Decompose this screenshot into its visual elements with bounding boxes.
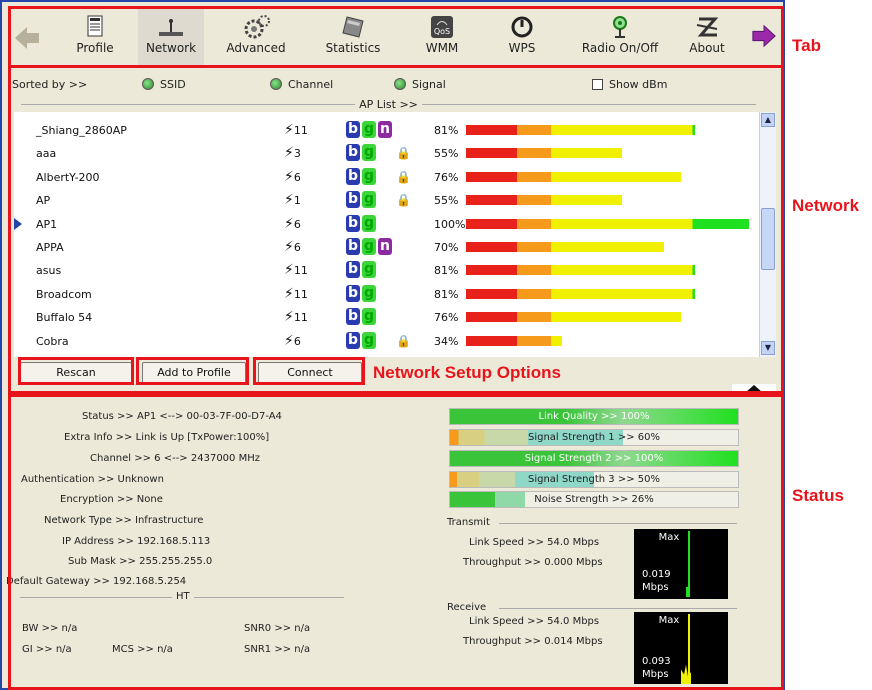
rescan-highlight-box <box>18 357 134 385</box>
network-highlight-box <box>8 68 784 394</box>
add-profile-highlight-box <box>136 357 249 385</box>
status-highlight-box <box>8 394 784 690</box>
network-annotation: Network <box>792 196 860 215</box>
status-annotation: Status <box>792 486 844 505</box>
connect-highlight-box <box>253 357 365 385</box>
options-annotation: Network Setup Options <box>373 363 561 382</box>
tab-highlight-box <box>8 6 784 68</box>
tab-annotation: Tab <box>792 36 821 55</box>
